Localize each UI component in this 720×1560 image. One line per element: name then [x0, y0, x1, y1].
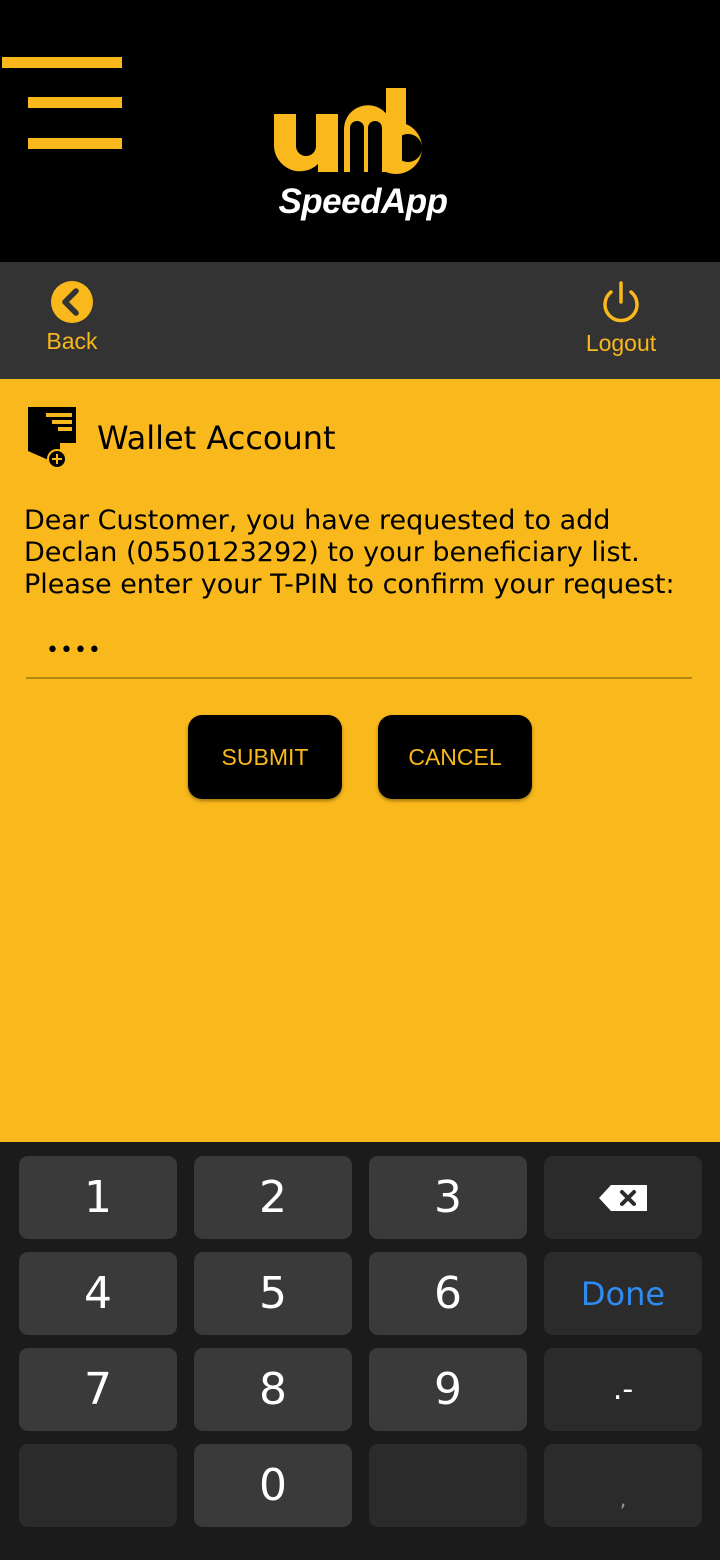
backspace-icon	[599, 1184, 647, 1211]
menu-bar-bottom	[28, 138, 122, 149]
logout-button[interactable]: Logout	[578, 262, 664, 379]
key-7[interactable]: 7	[19, 1348, 177, 1431]
key-6[interactable]: 6	[369, 1252, 527, 1335]
key-8[interactable]: 8	[194, 1348, 352, 1431]
menu-bar-top	[2, 57, 122, 68]
wallet-icon	[28, 407, 76, 469]
punctuation-key[interactable]: .-	[544, 1348, 702, 1431]
power-icon	[603, 281, 639, 323]
backspace-key[interactable]	[544, 1156, 702, 1239]
top-toolbar: Back Logout	[0, 262, 720, 379]
umb-logo-mark	[274, 88, 423, 174]
back-label: Back	[46, 328, 98, 354]
confirmation-message: Dear Customer, you have requested to add…	[24, 505, 675, 600]
menu-icon[interactable]	[0, 52, 126, 152]
submit-button[interactable]: SUBMIT	[188, 715, 342, 799]
key-1[interactable]: 1	[19, 1156, 177, 1239]
app-header: SpeedApp	[0, 0, 720, 262]
menu-bar-middle	[28, 97, 122, 108]
logout-label: Logout	[585, 330, 657, 356]
key-5[interactable]: 5	[194, 1252, 352, 1335]
comma-key[interactable]: ,	[544, 1444, 702, 1527]
numeric-keyboard: 1 2 3 4 5 6 Done 7 8 9 .- 0 ,	[0, 1142, 720, 1560]
cancel-button[interactable]: CANCEL	[378, 715, 532, 799]
key-3[interactable]: 3	[369, 1156, 527, 1239]
speedapp-wordmark: SpeedApp	[278, 182, 448, 221]
tpin-input[interactable]	[26, 623, 692, 679]
key-2[interactable]: 2	[194, 1156, 352, 1239]
empty-key-left	[19, 1444, 177, 1527]
main-content: Wallet Account Dear Customer, you have r…	[0, 379, 720, 1142]
back-chevron-icon	[51, 281, 93, 323]
umb-speedapp-logo: SpeedApp	[268, 86, 458, 232]
done-key[interactable]: Done	[544, 1252, 702, 1335]
section-title: Wallet Account	[97, 419, 336, 457]
key-0[interactable]: 0	[194, 1444, 352, 1527]
back-button[interactable]: Back	[40, 262, 104, 379]
empty-key-middle	[369, 1444, 527, 1527]
key-4[interactable]: 4	[19, 1252, 177, 1335]
key-9[interactable]: 9	[369, 1348, 527, 1431]
